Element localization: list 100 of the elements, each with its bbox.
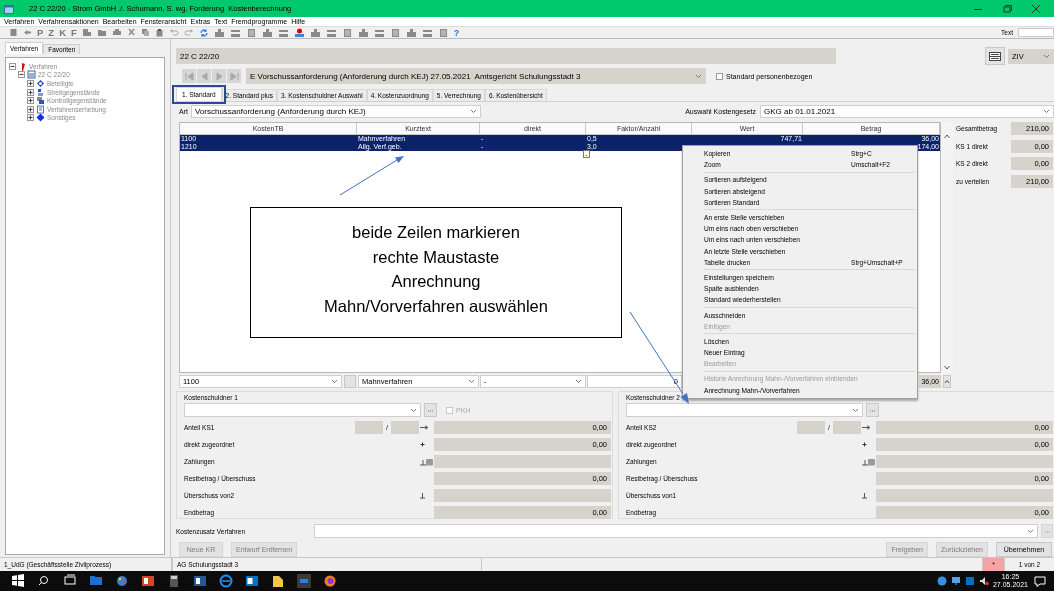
spin-button[interactable] [943, 375, 951, 388]
tool-icon[interactable] [261, 27, 273, 38]
document-icon[interactable] [141, 574, 155, 588]
collapse-icon[interactable] [18, 71, 25, 79]
diamond-icon [36, 113, 45, 123]
nav-button[interactable] [197, 69, 211, 83]
items-icon [36, 87, 45, 97]
restore-icon[interactable] [1000, 3, 1014, 14]
list-icon[interactable] [341, 27, 353, 38]
expand-icon[interactable] [27, 88, 34, 96]
debtor-dropdown[interactable] [184, 403, 421, 417]
first-icon [184, 71, 194, 81]
clipboard-icon[interactable] [154, 28, 164, 37]
caret-icon [410, 407, 417, 413]
cut-icon[interactable] [126, 28, 136, 37]
payments-icon[interactable] [419, 457, 434, 466]
surcharge-dropdown[interactable] [314, 524, 1038, 538]
folder-icon[interactable] [271, 574, 285, 588]
plus-icon [861, 441, 868, 448]
document-icon[interactable] [193, 574, 207, 588]
letter-button[interactable]: P [37, 27, 44, 38]
list-icon[interactable] [437, 27, 449, 38]
expand-icon[interactable] [27, 97, 34, 105]
speaker-icon[interactable] [978, 576, 989, 586]
refresh-icon[interactable] [198, 27, 209, 38]
tool-icon[interactable] [357, 27, 369, 38]
caret-icon [575, 379, 582, 384]
payments-icon[interactable] [861, 457, 876, 466]
tool-icon[interactable] [325, 27, 337, 38]
letter-button[interactable]: F [71, 27, 77, 38]
collapse-icon[interactable] [9, 62, 16, 70]
debtor-dropdown[interactable] [626, 403, 863, 417]
tool-icon[interactable] [277, 27, 289, 38]
tool-icon[interactable] [229, 27, 241, 38]
undo-icon[interactable] [168, 28, 179, 37]
close-icon[interactable] [1029, 3, 1043, 14]
expand-icon[interactable] [27, 114, 34, 122]
checkbox[interactable] [446, 406, 453, 414]
checkbox[interactable] [716, 72, 723, 80]
caret-icon [469, 109, 477, 114]
paint-icon[interactable] [115, 574, 129, 588]
expand-icon[interactable] [27, 105, 34, 113]
case-number-field: 22 C 22/20 [176, 48, 836, 64]
tool-icon[interactable] [405, 27, 417, 38]
keyboard-icon [989, 51, 1001, 61]
keyboard-button[interactable] [985, 47, 1005, 65]
globe-icon[interactable] [936, 576, 947, 586]
tool-icon[interactable] [213, 27, 225, 38]
help-button[interactable]: ? [453, 27, 460, 38]
browse-button[interactable] [866, 403, 879, 417]
share-field[interactable] [833, 421, 861, 434]
share-field[interactable] [797, 421, 825, 434]
browser-icon[interactable] [323, 574, 337, 588]
type-dropdown[interactable]: Vorschussanforderung (Anforderung durch KEJ) [190, 105, 481, 118]
letter-button[interactable]: K [59, 27, 67, 38]
tool-icon[interactable] [373, 27, 385, 38]
highlight-frame [172, 85, 226, 104]
windows-icon[interactable] [11, 574, 25, 588]
share-field[interactable] [355, 421, 383, 434]
window-icon[interactable] [297, 574, 311, 588]
law-dropdown[interactable]: GKG ab 01.01.2021 [760, 105, 1054, 118]
nav-button[interactable] [212, 69, 226, 83]
window-icon [4, 3, 14, 14]
search-icon[interactable] [37, 574, 51, 588]
last-icon [229, 71, 239, 81]
previous-icon [199, 71, 209, 81]
callout: beide Zeilen markieren rechte Maustaste Anrechnung Mahn/Vorverfahren auswählen [250, 207, 622, 338]
mail-icon[interactable] [245, 574, 259, 588]
list-icon[interactable] [245, 27, 257, 38]
tool-icon[interactable] [309, 27, 321, 38]
tool-icon[interactable] [421, 27, 433, 38]
expand-icon[interactable] [27, 80, 34, 87]
monitor-icon[interactable] [950, 576, 961, 586]
browse-button[interactable] [424, 403, 437, 417]
dots-icon [427, 408, 434, 412]
task-view-icon[interactable] [63, 574, 77, 588]
transfer-icon [419, 492, 426, 499]
caret-icon [695, 73, 702, 79]
globe-icon[interactable] [219, 574, 233, 588]
transfer-icon [861, 492, 868, 499]
people-icon [36, 79, 45, 88]
letter-button[interactable]: Z [48, 27, 55, 38]
text-field[interactable] [1018, 28, 1054, 37]
record-dropdown[interactable]: E Vorschussanforderung (Anforderung durch KEJ) 27.05.2021 Amtsgericht Schulungsstadt 3 [246, 68, 706, 84]
plus-icon [419, 441, 426, 448]
copy-icon[interactable] [140, 28, 150, 37]
caret-icon [1043, 109, 1050, 114]
share-field[interactable] [391, 421, 419, 434]
nav-button[interactable] [227, 69, 241, 83]
redo-icon[interactable] [183, 28, 194, 37]
nav-button[interactable] [182, 69, 196, 83]
file-icon [27, 70, 36, 80]
list-icon[interactable] [389, 27, 401, 38]
stamp-icon[interactable] [293, 27, 305, 38]
notification-icon[interactable] [1034, 575, 1046, 587]
caret-icon [468, 379, 475, 384]
printer-icon[interactable] [111, 28, 122, 37]
arrow-icon[interactable] [23, 28, 32, 37]
calculator-icon[interactable] [167, 574, 181, 588]
next-icon [214, 71, 224, 81]
